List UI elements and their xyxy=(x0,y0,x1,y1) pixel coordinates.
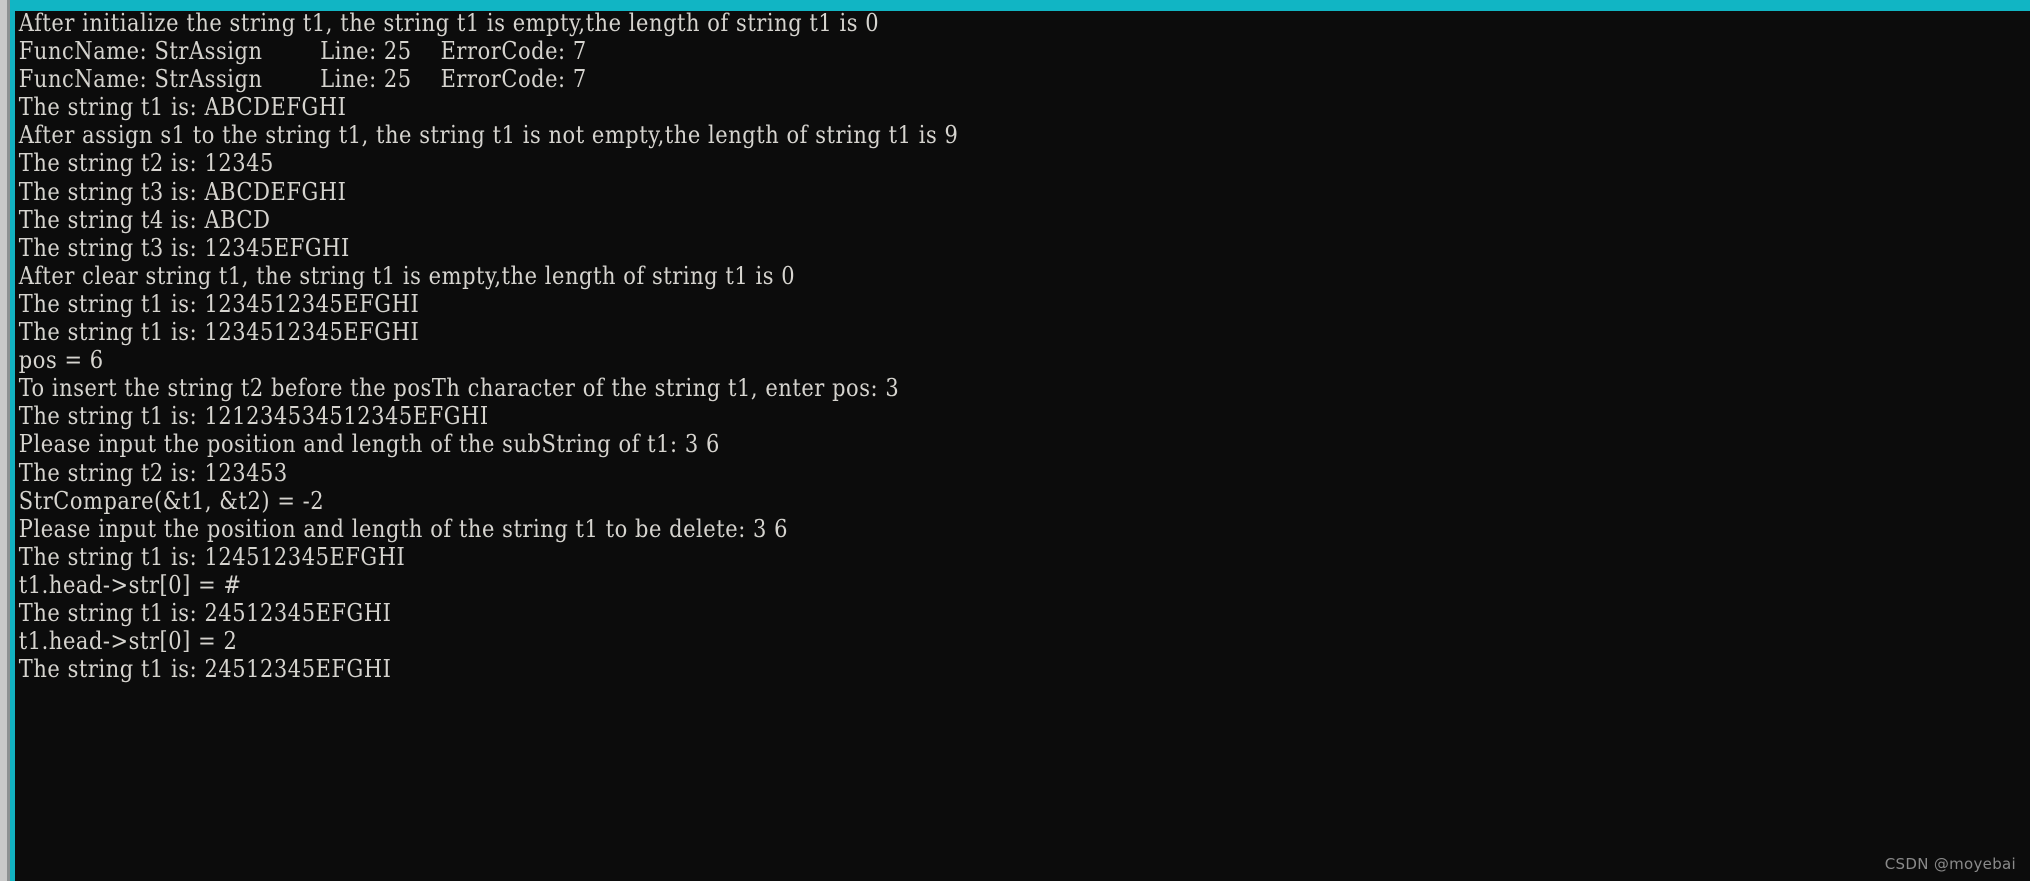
console-line: The string t4 is: ABCD xyxy=(18,204,271,234)
console-line: After clear string t1, the string t1 is … xyxy=(18,260,796,290)
terminal-surface[interactable]: After initialize the string t1, the stri… xyxy=(15,11,2030,881)
console-line: The string t1 is: 121234534512345EFGHI xyxy=(18,401,489,431)
console-line: The string t1 is: 1234512345EFGHI xyxy=(18,317,420,347)
console-line: The string t1 is: 124512345EFGHI xyxy=(18,541,406,571)
watermark-label: CSDN @moyebai xyxy=(1884,855,2016,873)
console-line: After assign s1 to the string t1, the st… xyxy=(18,120,959,150)
console-line: After initialize the string t1, the stri… xyxy=(18,11,880,37)
console-output: After initialize the string t1, the stri… xyxy=(15,11,2030,683)
console-line: The string t1 is: 1234512345EFGHI xyxy=(18,288,420,318)
console-line: Please input the position and length of … xyxy=(18,429,720,459)
console-line: t1.head->str[0] = 2 xyxy=(18,626,238,656)
console-line: To insert the string t2 before the posTh… xyxy=(18,373,900,403)
console-line: pos = 6 xyxy=(18,345,104,375)
console-line: StrCompare(&t1, &t2) = -2 xyxy=(18,485,325,515)
console-window: After initialize the string t1, the stri… xyxy=(0,0,2030,881)
window-frame-left-edge xyxy=(0,0,7,881)
console-line: The string t1 is: 24512345EFGHI xyxy=(18,654,392,684)
console-line: The string t3 is: 12345EFGHI xyxy=(18,232,350,262)
console-line: FuncName: StrAssign Line: 25 ErrorCode: … xyxy=(18,36,587,66)
console-line: The string t1 is: ABCDEFGHI xyxy=(18,92,347,122)
console-line: The string t1 is: 24512345EFGHI xyxy=(18,597,392,627)
window-accent-top-bar xyxy=(10,0,2030,11)
console-line: The string t3 is: ABCDEFGHI xyxy=(18,176,347,206)
console-line: The string t2 is: 123453 xyxy=(18,457,288,487)
console-line: The string t2 is: 12345 xyxy=(18,148,274,178)
console-line: FuncName: StrAssign Line: 25 ErrorCode: … xyxy=(18,64,587,94)
console-line: Please input the position and length of … xyxy=(18,513,789,543)
console-line: t1.head->str[0] = # xyxy=(18,569,242,599)
